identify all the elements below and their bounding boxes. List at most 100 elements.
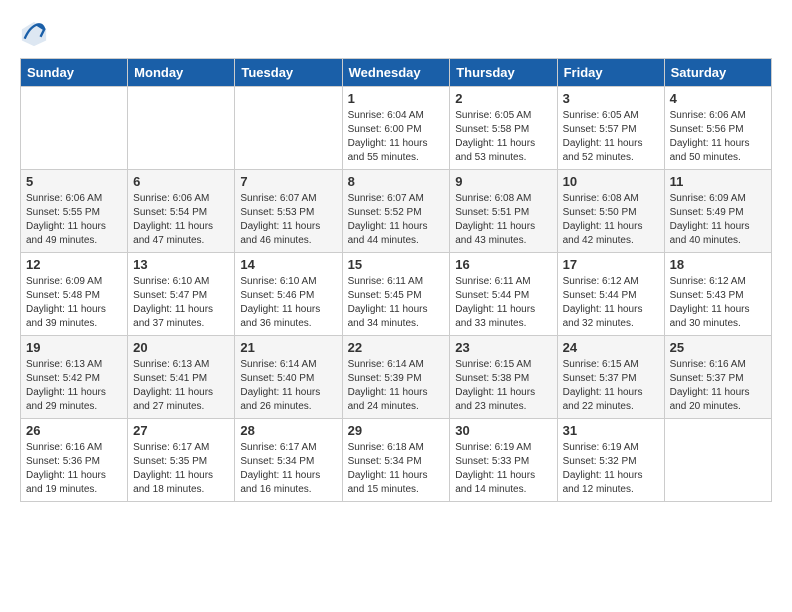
day-number: 9: [455, 174, 551, 189]
day-number: 11: [670, 174, 766, 189]
day-info: Sunrise: 6:05 AM Sunset: 5:57 PM Dayligh…: [563, 109, 659, 165]
day-number: 14: [240, 257, 336, 272]
calendar-cell: 4Sunrise: 6:06 AM Sunset: 5:56 PM Daylig…: [664, 87, 771, 170]
day-info: Sunrise: 6:04 AM Sunset: 6:00 PM Dayligh…: [348, 109, 445, 165]
calendar-cell: 24 Sunrise: 6:15 AM Sunset: 5:37 PM Dayli…: [557, 336, 664, 419]
day-number: 26: [26, 423, 122, 438]
day-number: 3: [563, 91, 659, 106]
calendar-cell: 12 Sunrise: 6:09 AM Sunset: 5:48 PM Dayli…: [21, 253, 128, 336]
day-info: Sunrise: 6:06 AM Sunset: 5:55 PM Dayligh…: [26, 192, 122, 248]
calendar-cell: 19Sunrise: 6:13 AM Sunset: 5:42 PM Dayli…: [21, 336, 128, 419]
calendar-header-row: SundayMondayTuesdayWednesdayThursdayFrid…: [21, 59, 772, 87]
day-number: 17: [563, 257, 659, 272]
calendar-cell: 22Sunrise: 6:14 AM Sunset: 5:39 PM Dayli…: [342, 336, 450, 419]
calendar-week-row: 12 Sunrise: 6:09 AM Sunset: 5:48 PM Dayli…: [21, 253, 772, 336]
day-number: 27: [133, 423, 229, 438]
day-number: 31: [563, 423, 659, 438]
day-number: 29: [348, 423, 445, 438]
day-number: 1: [348, 91, 445, 106]
day-info: Sunrise: 6:07 AM Sunset: 5:52 PM Dayligh…: [348, 192, 445, 248]
day-number: 18: [670, 257, 766, 272]
day-info: Sunrise: 6:13 AM Sunset: 5:42 PM Dayligh…: [26, 358, 122, 414]
calendar-cell: 15 Sunrise: 6:11 AM Sunset: 5:45 PM Dayli…: [342, 253, 450, 336]
day-info: Sunrise: 6:15 AM Sunset: 5:38 PM Dayligh…: [455, 358, 551, 414]
day-info: Sunrise: 6:16 AM Sunset: 5:36 PM Dayligh…: [26, 441, 122, 497]
calendar-cell: 10 Sunrise: 6:08 AM Sunset: 5:50 PM Dayli…: [557, 170, 664, 253]
day-info: Sunrise: 6:09 AM Sunset: 5:49 PM Dayligh…: [670, 192, 766, 248]
day-number: 10: [563, 174, 659, 189]
calendar-cell: 29 Sunrise: 6:18 AM Sunset: 5:34 PM Dayli…: [342, 419, 450, 502]
day-number: 8: [348, 174, 445, 189]
day-info: Sunrise: 6:17 AM Sunset: 5:34 PM Dayligh…: [240, 441, 336, 497]
calendar-week-row: 19Sunrise: 6:13 AM Sunset: 5:42 PM Dayli…: [21, 336, 772, 419]
calendar-cell: 1 Sunrise: 6:04 AM Sunset: 6:00 PM Daylig…: [342, 87, 450, 170]
day-number: 7: [240, 174, 336, 189]
calendar-cell: 7 Sunrise: 6:07 AM Sunset: 5:53 PM Daylig…: [235, 170, 342, 253]
day-info: Sunrise: 6:08 AM Sunset: 5:51 PM Dayligh…: [455, 192, 551, 248]
calendar-cell: 27 Sunrise: 6:17 AM Sunset: 5:35 PM Dayli…: [128, 419, 235, 502]
day-info: Sunrise: 6:10 AM Sunset: 5:47 PM Dayligh…: [133, 275, 229, 331]
day-info: Sunrise: 6:10 AM Sunset: 5:46 PM Dayligh…: [240, 275, 336, 331]
day-info: Sunrise: 6:05 AM Sunset: 5:58 PM Dayligh…: [455, 109, 551, 165]
calendar-table: SundayMondayTuesdayWednesdayThursdayFrid…: [20, 58, 772, 502]
calendar-cell: 13 Sunrise: 6:10 AM Sunset: 5:47 PM Dayli…: [128, 253, 235, 336]
day-info: Sunrise: 6:18 AM Sunset: 5:34 PM Dayligh…: [348, 441, 445, 497]
day-number: 23: [455, 340, 551, 355]
calendar-cell: 17Sunrise: 6:12 AM Sunset: 5:44 PM Dayli…: [557, 253, 664, 336]
calendar-cell: 5 Sunrise: 6:06 AM Sunset: 5:55 PM Daylig…: [21, 170, 128, 253]
calendar-cell: 3 Sunrise: 6:05 AM Sunset: 5:57 PM Daylig…: [557, 87, 664, 170]
calendar-week-row: 26 Sunrise: 6:16 AM Sunset: 5:36 PM Dayli…: [21, 419, 772, 502]
day-header-thursday: Thursday: [450, 59, 557, 87]
day-info: Sunrise: 6:06 AM Sunset: 5:56 PM Dayligh…: [670, 109, 766, 165]
calendar-cell: 2 Sunrise: 6:05 AM Sunset: 5:58 PM Daylig…: [450, 87, 557, 170]
calendar-cell: [664, 419, 771, 502]
day-number: 24: [563, 340, 659, 355]
day-info: Sunrise: 6:16 AM Sunset: 5:37 PM Dayligh…: [670, 358, 766, 414]
day-info: Sunrise: 6:13 AM Sunset: 5:41 PM Dayligh…: [133, 358, 229, 414]
calendar-cell: 9 Sunrise: 6:08 AM Sunset: 5:51 PM Daylig…: [450, 170, 557, 253]
calendar-cell: 21 Sunrise: 6:14 AM Sunset: 5:40 PM Dayli…: [235, 336, 342, 419]
day-number: 21: [240, 340, 336, 355]
day-header-wednesday: Wednesday: [342, 59, 450, 87]
logo-icon: [20, 20, 48, 48]
calendar-week-row: 1 Sunrise: 6:04 AM Sunset: 6:00 PM Daylig…: [21, 87, 772, 170]
day-info: Sunrise: 6:08 AM Sunset: 5:50 PM Dayligh…: [563, 192, 659, 248]
day-info: Sunrise: 6:09 AM Sunset: 5:48 PM Dayligh…: [26, 275, 122, 331]
calendar-cell: [235, 87, 342, 170]
day-info: Sunrise: 6:06 AM Sunset: 5:54 PM Dayligh…: [133, 192, 229, 248]
day-number: 12: [26, 257, 122, 272]
day-number: 20: [133, 340, 229, 355]
day-number: 30: [455, 423, 551, 438]
day-info: Sunrise: 6:07 AM Sunset: 5:53 PM Dayligh…: [240, 192, 336, 248]
day-header-tuesday: Tuesday: [235, 59, 342, 87]
day-number: 28: [240, 423, 336, 438]
day-number: 2: [455, 91, 551, 106]
calendar-cell: 16 Sunrise: 6:11 AM Sunset: 5:44 PM Dayli…: [450, 253, 557, 336]
day-info: Sunrise: 6:19 AM Sunset: 5:32 PM Dayligh…: [563, 441, 659, 497]
day-header-friday: Friday: [557, 59, 664, 87]
calendar-cell: 28 Sunrise: 6:17 AM Sunset: 5:34 PM Dayli…: [235, 419, 342, 502]
page-header: [20, 20, 772, 48]
day-header-saturday: Saturday: [664, 59, 771, 87]
day-info: Sunrise: 6:17 AM Sunset: 5:35 PM Dayligh…: [133, 441, 229, 497]
calendar-cell: [21, 87, 128, 170]
calendar-cell: 14 Sunrise: 6:10 AM Sunset: 5:46 PM Dayli…: [235, 253, 342, 336]
day-info: Sunrise: 6:19 AM Sunset: 5:33 PM Dayligh…: [455, 441, 551, 497]
logo: [20, 20, 52, 48]
day-number: 5: [26, 174, 122, 189]
day-info: Sunrise: 6:14 AM Sunset: 5:39 PM Dayligh…: [348, 358, 445, 414]
day-info: Sunrise: 6:11 AM Sunset: 5:45 PM Dayligh…: [348, 275, 445, 331]
day-number: 15: [348, 257, 445, 272]
calendar-cell: 8 Sunrise: 6:07 AM Sunset: 5:52 PM Daylig…: [342, 170, 450, 253]
calendar-week-row: 5 Sunrise: 6:06 AM Sunset: 5:55 PM Daylig…: [21, 170, 772, 253]
day-info: Sunrise: 6:11 AM Sunset: 5:44 PM Dayligh…: [455, 275, 551, 331]
day-number: 16: [455, 257, 551, 272]
day-number: 25: [670, 340, 766, 355]
day-info: Sunrise: 6:15 AM Sunset: 5:37 PM Dayligh…: [563, 358, 659, 414]
day-header-sunday: Sunday: [21, 59, 128, 87]
calendar-cell: 11 Sunrise: 6:09 AM Sunset: 5:49 PM Dayli…: [664, 170, 771, 253]
day-info: Sunrise: 6:14 AM Sunset: 5:40 PM Dayligh…: [240, 358, 336, 414]
day-number: 13: [133, 257, 229, 272]
day-info: Sunrise: 6:12 AM Sunset: 5:43 PM Dayligh…: [670, 275, 766, 331]
day-number: 6: [133, 174, 229, 189]
